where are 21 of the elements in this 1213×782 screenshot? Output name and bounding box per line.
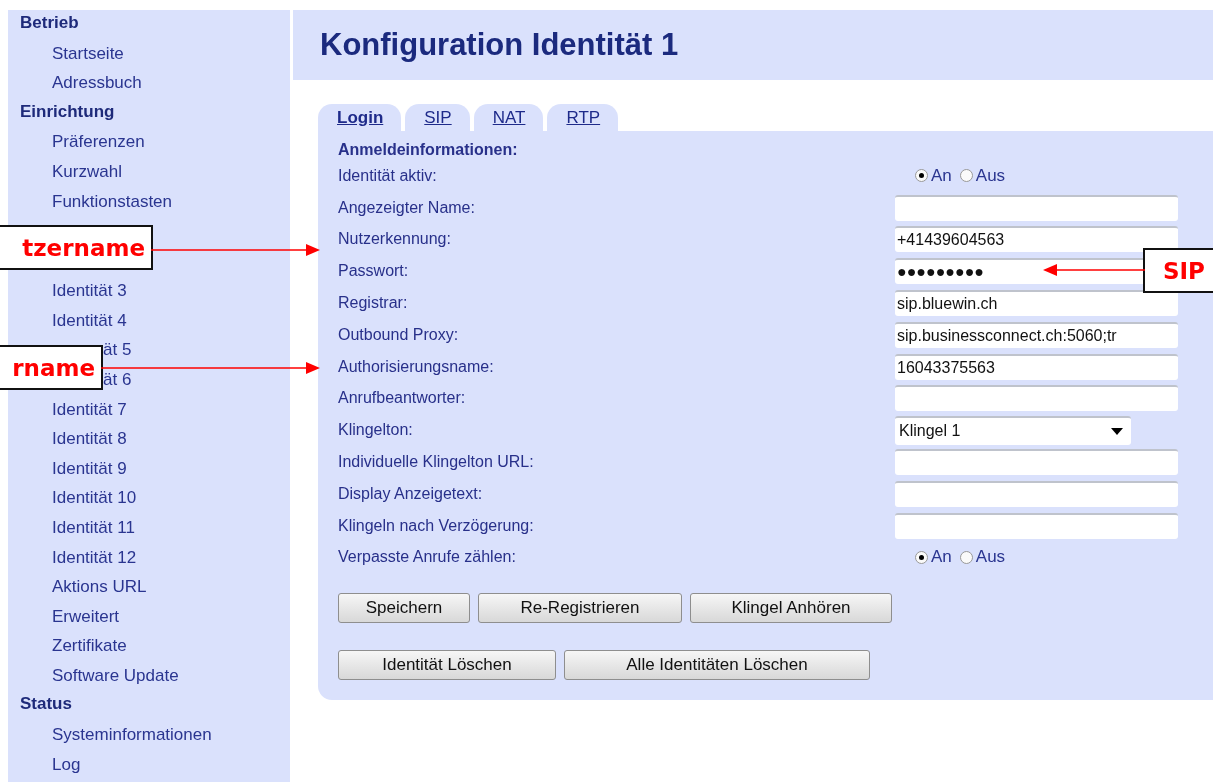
sidebar-heading: Einrichtung [19, 100, 116, 123]
field-label: Angezeigter Name: [338, 198, 476, 217]
field-label: Registrar: [338, 294, 409, 313]
field-label: Authorisierungsname: [338, 357, 495, 376]
field-label: Individuelle Klingelton URL: [338, 453, 535, 472]
sidebar-heading: Status [19, 693, 73, 716]
callout-tooltip: tzername [0, 225, 153, 270]
field-label: Passwort: [338, 262, 410, 281]
sidebar-heading: Betrieb [19, 12, 80, 34]
field-label: Outbound Proxy: [338, 325, 460, 344]
field-label: Display Anzeigetext: [338, 484, 484, 503]
field-label: Klingelton: [338, 421, 414, 440]
page-title: Konfiguration Identität 1 [320, 27, 679, 63]
field-label: Klingeln nach Verzögerung: [338, 516, 535, 535]
callout-tooltip: SIP [1143, 248, 1213, 293]
section-heading: Anmeldeinformationen: [338, 141, 519, 160]
field-label: Nutzerkennung: [338, 230, 452, 249]
field-label: Anrufbeantworter: [338, 389, 467, 408]
field-label: Verpasste Anrufe zählen: [338, 548, 517, 567]
field-label: Identität aktiv: [338, 166, 438, 185]
callout-tooltip: rname [0, 345, 103, 390]
